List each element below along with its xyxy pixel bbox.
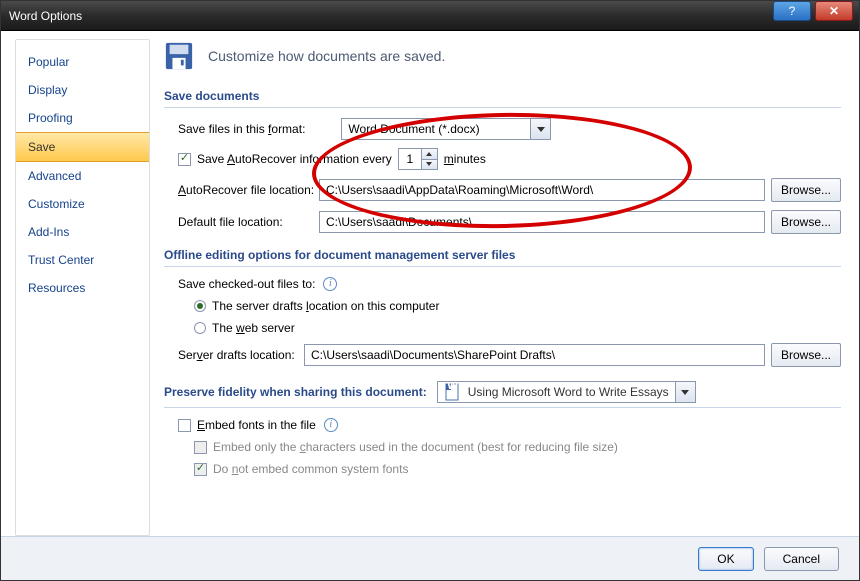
sidebar-item-popular[interactable]: Popular — [16, 48, 149, 76]
sidebar-item-proofing[interactable]: Proofing — [16, 104, 149, 132]
default-location-input[interactable] — [319, 211, 765, 233]
page-title: Customize how documents are saved. — [208, 48, 445, 64]
no-embed-common-checkbox — [194, 463, 207, 476]
radio-web-server-row: The web server — [164, 321, 841, 335]
help-button[interactable]: ? — [773, 1, 811, 21]
window-controls: ? ✕ — [773, 1, 859, 30]
radio-web-server[interactable] — [194, 322, 206, 334]
info-icon[interactable]: i — [323, 277, 337, 291]
page-header: Customize how documents are saved. — [164, 41, 841, 71]
autorecover-location-row: AutoRecover file location: Browse... — [164, 178, 841, 202]
preserve-document-combo[interactable]: W Using Microsoft Word to Write Essays — [437, 381, 696, 403]
sidebar: Popular Display Proofing Save Advanced C… — [15, 39, 150, 536]
dialog-body: Popular Display Proofing Save Advanced C… — [1, 31, 859, 536]
embed-chars-checkbox — [194, 441, 207, 454]
embed-fonts-checkbox[interactable] — [178, 419, 191, 432]
embed-chars-row: Embed only the characters used in the do… — [164, 440, 841, 454]
window-title: Word Options — [9, 9, 82, 23]
autorecover-minutes-spinner[interactable] — [398, 148, 438, 170]
autorecover-checkbox[interactable] — [178, 153, 191, 166]
section-offline-title: Offline editing options for document man… — [164, 244, 841, 267]
sidebar-item-trustcenter[interactable]: Trust Center — [16, 246, 149, 274]
default-location-label: Default file location: — [178, 215, 313, 229]
section-save-title: Save documents — [164, 85, 841, 108]
svg-text:W: W — [447, 383, 459, 392]
section-preserve-title-row: Preserve fidelity when sharing this docu… — [164, 377, 841, 408]
sidebar-item-resources[interactable]: Resources — [16, 274, 149, 302]
save-checked-out-label-row: Save checked-out files to: i — [164, 277, 841, 291]
autorecover-location-label: AutoRecover file location: — [178, 183, 313, 197]
section-preserve-title: Preserve fidelity when sharing this docu… — [164, 385, 427, 399]
embed-fonts-row: Embed fonts in the file i — [164, 418, 841, 432]
server-drafts-location-input[interactable] — [304, 344, 765, 366]
no-embed-common-label: Do not embed common system fonts — [213, 462, 408, 476]
info-icon[interactable]: i — [324, 418, 338, 432]
radio-server-drafts-label: The server drafts location on this compu… — [212, 299, 439, 313]
word-options-window: Word Options ? ✕ Popular Display Proofin… — [0, 0, 860, 581]
save-format-row: Save files in this format: Word Document… — [164, 118, 841, 140]
radio-server-drafts[interactable] — [194, 300, 206, 312]
close-button[interactable]: ✕ — [815, 1, 853, 21]
spinner-down[interactable] — [422, 160, 437, 170]
autorecover-label: Save AutoRecover information every — [197, 152, 392, 166]
sidebar-item-addins[interactable]: Add-Ins — [16, 218, 149, 246]
drafts-browse-button[interactable]: Browse... — [771, 343, 841, 367]
server-drafts-location-row: Server drafts location: Browse... — [164, 343, 841, 367]
minutes-label: minutes — [444, 152, 486, 166]
autorecover-minutes-input[interactable] — [399, 149, 421, 169]
spinner-up[interactable] — [422, 149, 437, 160]
no-embed-common-row: Do not embed common system fonts — [164, 462, 841, 476]
server-drafts-location-label: Server drafts location: — [178, 348, 298, 362]
chevron-down-icon[interactable] — [676, 381, 696, 403]
dialog-footer: OK Cancel — [1, 536, 859, 580]
default-browse-button[interactable]: Browse... — [771, 210, 841, 234]
sidebar-item-customize[interactable]: Customize — [16, 190, 149, 218]
titlebar: Word Options ? ✕ — [1, 1, 859, 31]
cancel-button[interactable]: Cancel — [764, 547, 839, 571]
embed-fonts-label: Embed fonts in the file — [197, 418, 316, 432]
embed-chars-label: Embed only the characters used in the do… — [213, 440, 618, 454]
autorecover-browse-button[interactable]: Browse... — [771, 178, 841, 202]
sidebar-item-display[interactable]: Display — [16, 76, 149, 104]
chevron-down-icon[interactable] — [531, 118, 551, 140]
autorecover-location-input[interactable] — [319, 179, 765, 201]
main-panel: Customize how documents are saved. Save … — [150, 31, 859, 536]
save-checked-out-label: Save checked-out files to: — [178, 277, 315, 291]
sidebar-item-save[interactable]: Save — [16, 132, 149, 162]
save-icon — [164, 41, 194, 71]
autorecover-row: Save AutoRecover information every minut… — [164, 148, 841, 170]
word-document-icon: W — [444, 383, 462, 401]
radio-web-server-label: The web server — [212, 321, 295, 335]
radio-server-drafts-row: The server drafts location on this compu… — [164, 299, 841, 313]
sidebar-item-advanced[interactable]: Advanced — [16, 162, 149, 190]
save-format-combo[interactable]: Word Document (*.docx) — [341, 118, 551, 140]
save-format-label: Save files in this format: — [178, 122, 305, 136]
default-location-row: Default file location: Browse... — [164, 210, 841, 234]
ok-button[interactable]: OK — [698, 547, 753, 571]
